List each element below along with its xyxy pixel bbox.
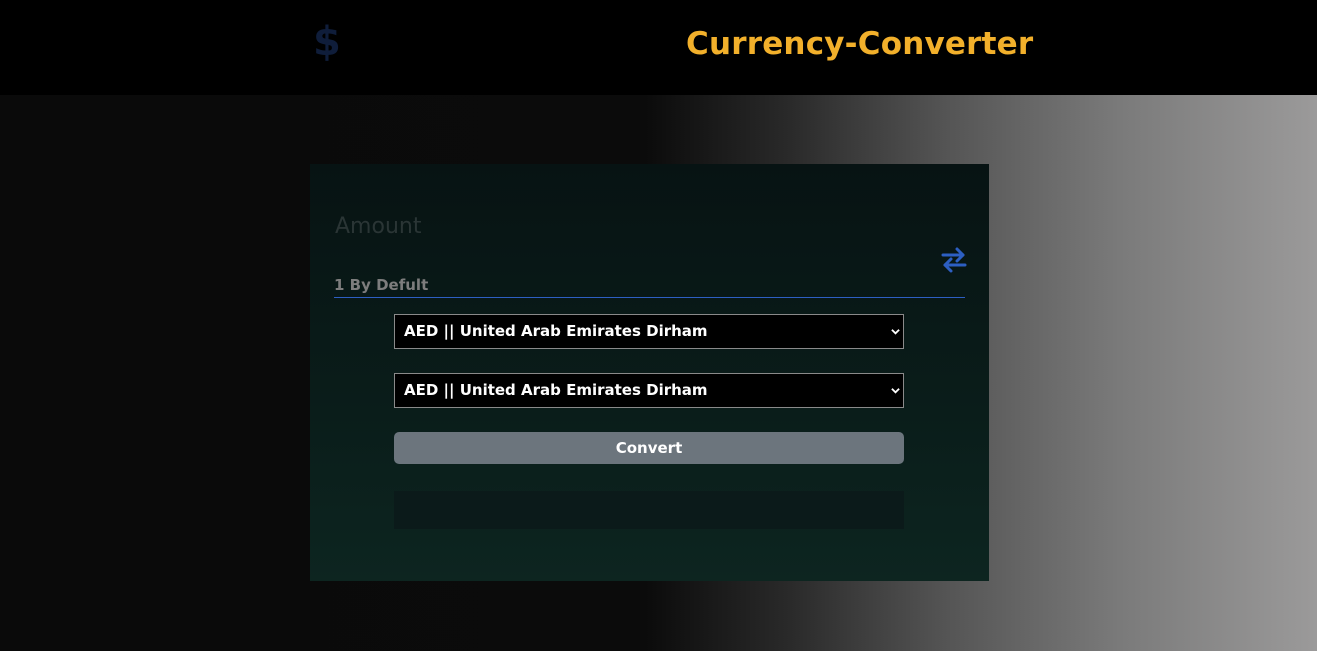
page-title: Currency-Converter (686, 26, 1034, 62)
from-currency-value: AED || United Arab Emirates Dirham (404, 322, 708, 340)
to-currency-select[interactable]: AED || United Arab Emirates Dirham (394, 373, 904, 408)
converter-card: Amount AED || United Arab Emirates Dirha… (310, 164, 989, 581)
dollar-logo-icon: $ (313, 19, 341, 65)
amount-input[interactable] (334, 273, 965, 298)
swap-arrows-icon[interactable] (940, 246, 968, 274)
from-currency-select[interactable]: AED || United Arab Emirates Dirham (394, 314, 904, 349)
to-currency-value: AED || United Arab Emirates Dirham (404, 381, 708, 399)
amount-label: Amount (335, 214, 422, 239)
top-header: $ Currency-Converter (0, 0, 1317, 95)
result-output (394, 491, 904, 529)
chevron-down-icon (891, 329, 900, 335)
chevron-down-icon (891, 388, 900, 394)
convert-button[interactable]: Convert (394, 432, 904, 464)
